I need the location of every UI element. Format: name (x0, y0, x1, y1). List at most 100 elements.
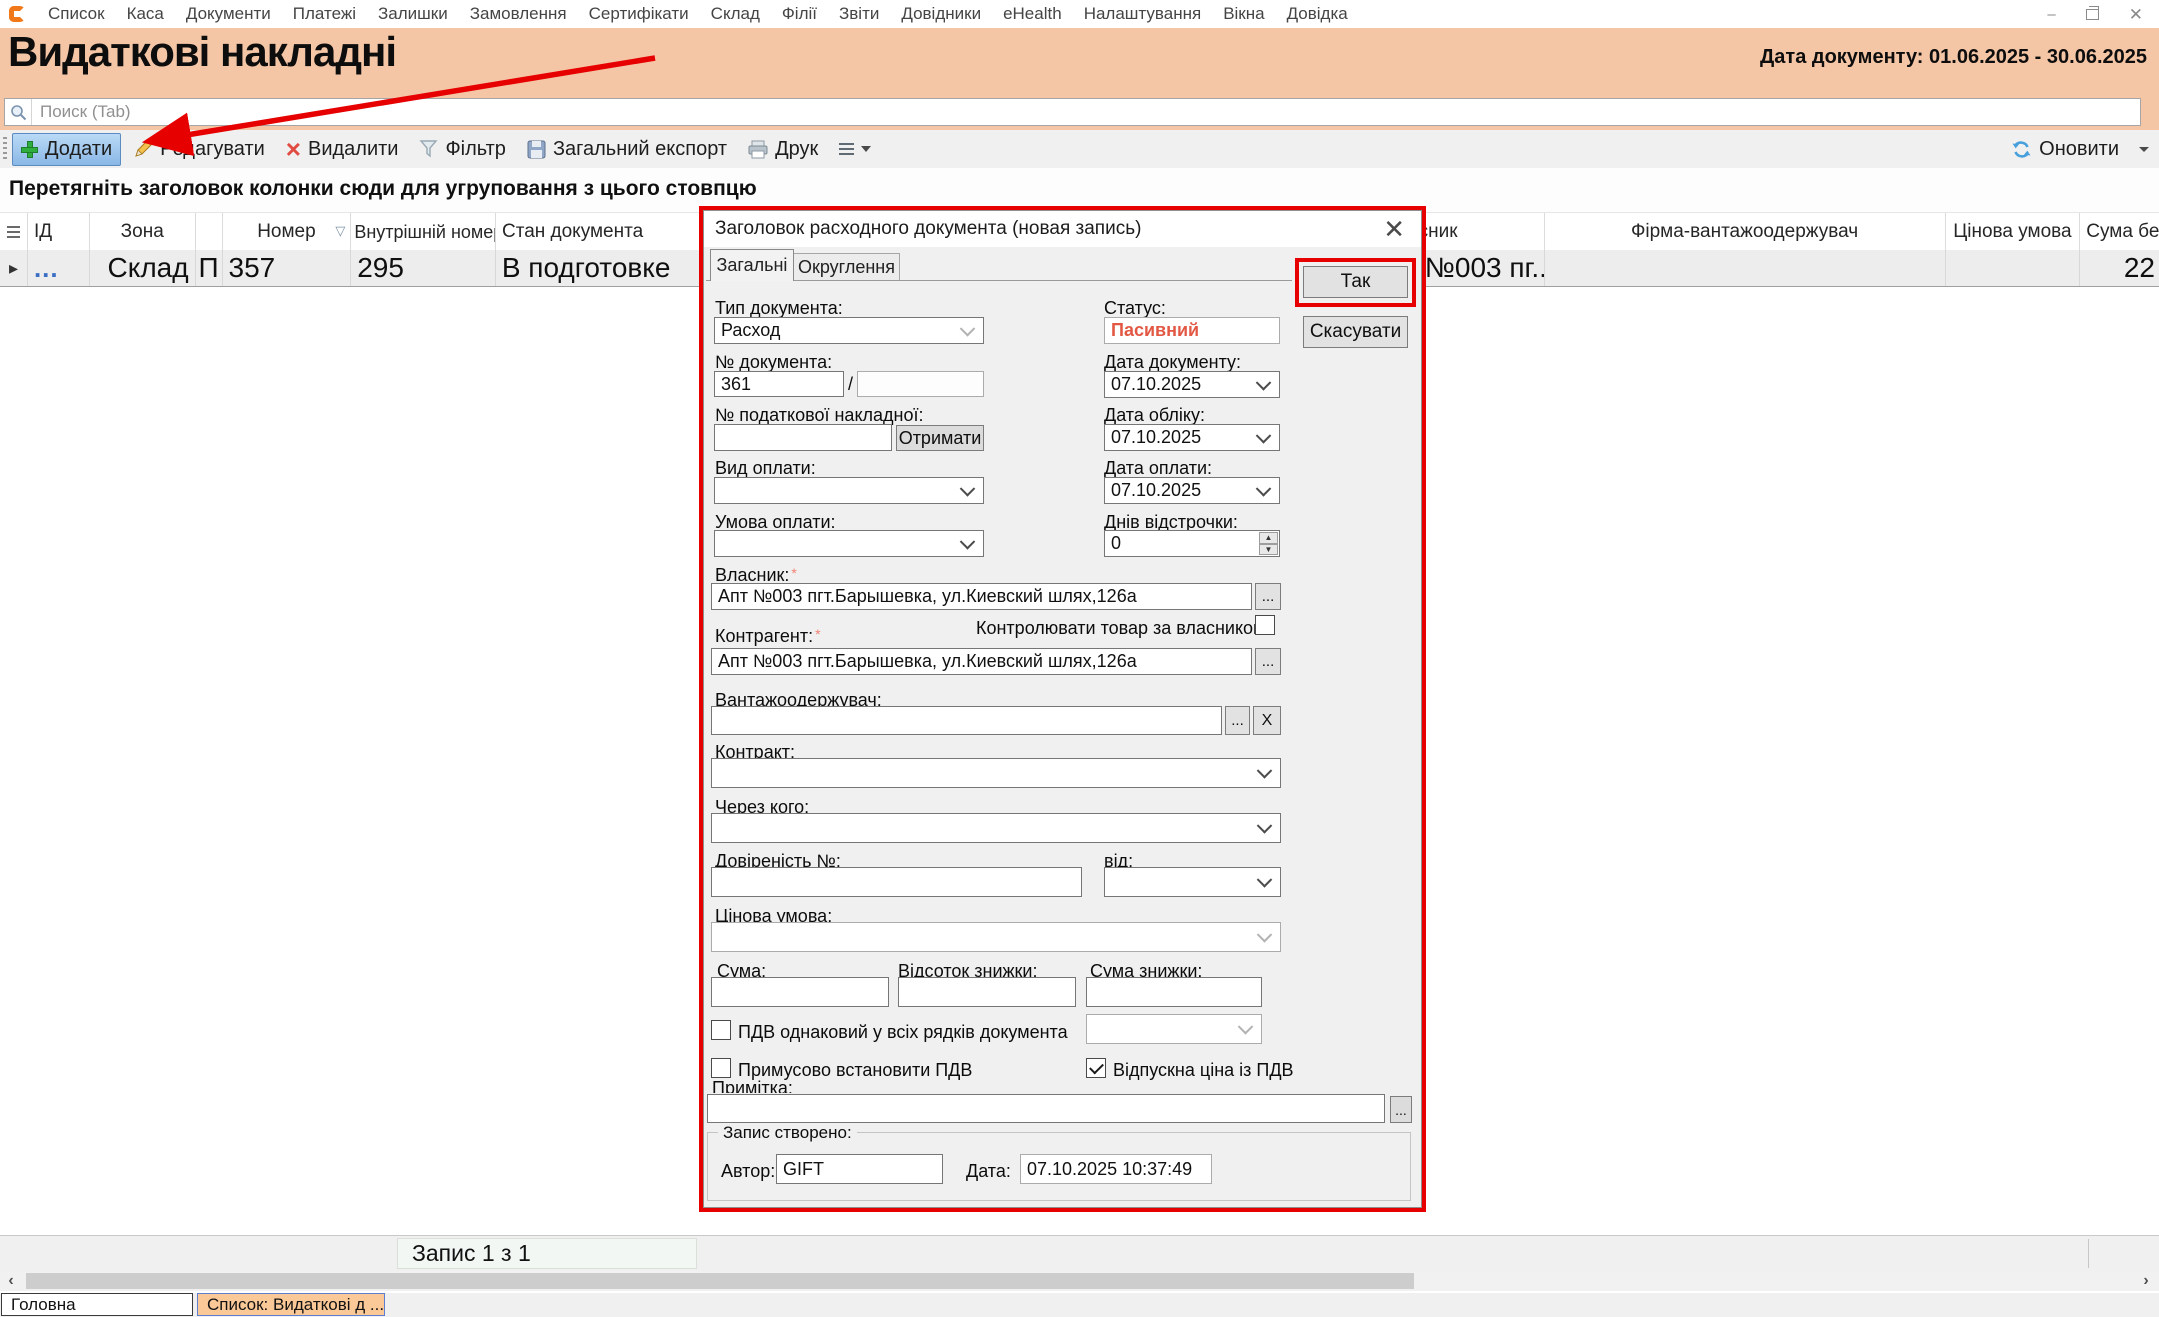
restore-icon[interactable] (2086, 9, 2099, 20)
row-cell-zone[interactable]: Склад (90, 250, 196, 286)
vat-same-checkbox[interactable] (711, 1020, 731, 1040)
view-options-button[interactable] (830, 138, 880, 161)
refresh-button[interactable]: Оновити (2002, 133, 2128, 166)
page-title: Видаткові накладні (8, 28, 396, 76)
vat-rate-combobox[interactable] (1086, 1014, 1262, 1044)
menu-item-філії[interactable]: Філії (771, 4, 828, 24)
payment-date-picker[interactable]: 07.10.2025 (1104, 477, 1280, 504)
menu-item-склад[interactable]: Склад (700, 4, 771, 24)
owner-field[interactable]: Апт №003 пгт.Барышевка, ул.Киевский шлях… (711, 583, 1252, 610)
spin-up-icon[interactable]: ▲ (1259, 532, 1278, 544)
menu-item-документи[interactable]: Документи (175, 4, 282, 24)
doc-number2-input[interactable] (857, 371, 984, 397)
payment-type-combobox[interactable] (714, 477, 984, 504)
refresh-chevron-down-icon[interactable] (2139, 147, 2149, 152)
delay-days-spinner[interactable]: 0 ▲▼ (1104, 530, 1280, 557)
column-header-number[interactable]: Номер▽ (223, 213, 352, 251)
owner-browse-button[interactable]: ... (1255, 583, 1281, 610)
menu-item-каса[interactable]: Каса (116, 4, 175, 24)
contragent-browse-button[interactable]: ... (1255, 648, 1281, 675)
doc-date-picker[interactable]: 07.10.2025 (1104, 371, 1280, 398)
filter-button[interactable]: Фільтр (410, 133, 514, 166)
dialog-close-icon[interactable]: ✕ (1383, 213, 1405, 245)
tab-home[interactable]: Головна (1, 1293, 193, 1316)
menu-item-сертифікати[interactable]: Сертифікати (578, 4, 700, 24)
scroll-right-icon[interactable]: › (2135, 1271, 2157, 1291)
column-header-price-condition[interactable]: Цінова умова (1946, 213, 2081, 251)
discount-percent-input[interactable] (898, 977, 1076, 1007)
tab-rounding[interactable]: Округлення (794, 253, 900, 281)
proxy-number-input[interactable] (711, 867, 1082, 897)
row-expander[interactable]: ▸ (0, 250, 28, 286)
menu-item-налаштування[interactable]: Налаштування (1073, 4, 1213, 24)
menu-item-замовлення[interactable]: Замовлення (459, 4, 578, 24)
account-date-picker[interactable]: 07.10.2025 (1104, 424, 1280, 451)
scroll-left-icon[interactable]: ‹ (0, 1271, 22, 1291)
tab-general[interactable]: Загальні (710, 249, 794, 281)
edit-button[interactable]: Редагувати (124, 133, 274, 166)
row-cell-sum[interactable]: 22 (2080, 250, 2159, 286)
add-button[interactable]: Додати (12, 133, 121, 166)
doc-type-label: Тип документа: (715, 298, 843, 319)
contragent-field[interactable]: Апт №003 пгт.Барышевка, ул.Киевский шлях… (711, 648, 1252, 675)
minimize-icon[interactable]: – (2047, 7, 2055, 22)
export-button[interactable]: Загальний експорт (518, 133, 736, 166)
proxy-from-picker[interactable] (1104, 867, 1281, 897)
horizontal-scrollbar[interactable]: ‹ › (0, 1271, 2159, 1291)
spin-down-icon[interactable]: ▼ (1259, 544, 1278, 556)
consignee-browse-button[interactable]: ... (1225, 706, 1250, 735)
column-filter-icon[interactable]: ▽ (335, 223, 345, 239)
column-header-expander[interactable] (0, 213, 28, 251)
consignee-field[interactable] (711, 706, 1222, 735)
search-input[interactable] (32, 102, 2140, 122)
close-icon[interactable]: ✕ (2129, 6, 2143, 23)
note-browse-button[interactable]: ... (1390, 1096, 1412, 1123)
row-cell-internal-number[interactable]: 295 (351, 250, 496, 286)
control-by-owner-checkbox[interactable] (1255, 615, 1275, 635)
payment-condition-combobox[interactable] (714, 530, 984, 557)
tax-invoice-input[interactable] (714, 424, 892, 451)
menu-item-платежі[interactable]: Платежі (282, 4, 367, 24)
scrollbar-thumb[interactable] (26, 1273, 1414, 1289)
search-bar[interactable] (4, 98, 2141, 126)
column-header-internal-number[interactable]: Внутрішній номер (351, 213, 496, 251)
via-combobox[interactable] (711, 813, 1281, 843)
row-cell-price-condition[interactable] (1946, 250, 2081, 286)
cancel-button[interactable]: Скасувати (1303, 316, 1408, 348)
column-header-zone[interactable]: Зона (90, 213, 196, 251)
consignee-clear-button[interactable]: X (1253, 706, 1281, 735)
column-header-consignee-firm[interactable]: Фірма-вантажоодержувач (1545, 213, 1946, 251)
contract-combobox[interactable] (711, 758, 1281, 788)
column-header-p[interactable] (196, 213, 223, 251)
price-condition-combobox[interactable] (711, 922, 1281, 952)
doc-number-input[interactable]: 361 (714, 371, 844, 397)
menu-item-вікна[interactable]: Вікна (1212, 4, 1275, 24)
row-cell-p[interactable]: П (196, 250, 223, 286)
printer-icon (748, 140, 768, 159)
search-icon[interactable] (5, 99, 32, 125)
row-cell-consignee-firm[interactable] (1545, 250, 1946, 286)
delete-button[interactable]: × Видалити (277, 133, 408, 166)
discount-sum-input[interactable] (1086, 977, 1262, 1007)
menu-item-залишки[interactable]: Залишки (367, 4, 459, 24)
column-header-id[interactable]: ІД (28, 213, 90, 251)
menu-item-довідка[interactable]: Довідка (1276, 4, 1359, 24)
vat-force-checkbox[interactable] (711, 1058, 731, 1078)
row-cell-number[interactable]: 357 (223, 250, 352, 286)
column-header-sum[interactable]: Сума бе (2080, 213, 2159, 251)
tab-list-vydatkovi[interactable]: Список: Видаткові д ... (197, 1293, 385, 1316)
get-button[interactable]: Отримати (896, 425, 984, 451)
vat-included-checkbox[interactable] (1086, 1058, 1106, 1078)
control-by-owner-label: Контролювати товар за власником (976, 618, 1265, 639)
row-cell-id[interactable]: ... (28, 250, 90, 286)
menu-item-список[interactable]: Список (37, 4, 116, 24)
add-button-label: Додати (45, 138, 112, 161)
note-input[interactable] (707, 1094, 1385, 1123)
sum-input[interactable] (711, 977, 889, 1007)
toolbar-grip[interactable] (3, 137, 7, 161)
print-button[interactable]: Друк (739, 133, 827, 166)
doc-type-combobox[interactable]: Расход (714, 317, 984, 344)
menu-item-звіти[interactable]: Звіти (828, 4, 890, 24)
menu-item-довідники[interactable]: Довідники (890, 4, 992, 24)
menu-item-ehealth[interactable]: eHealth (992, 4, 1073, 24)
